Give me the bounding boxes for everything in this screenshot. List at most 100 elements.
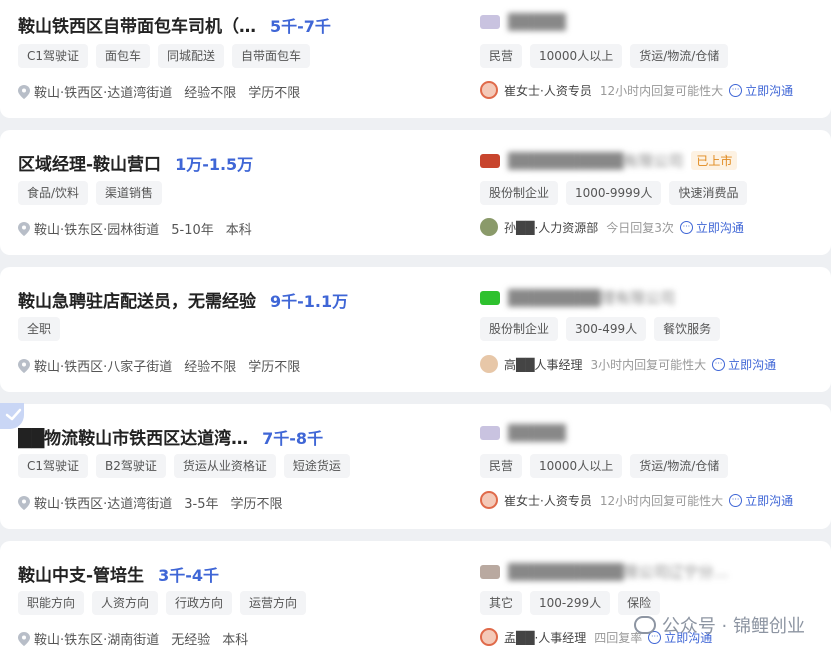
- company-logo: [480, 153, 500, 168]
- company-tag: 10000人以上: [530, 44, 623, 68]
- job-tag: 面包车: [96, 44, 151, 68]
- location-pin-icon: [18, 84, 30, 99]
- company-name[interactable]: ████████理有限公司: [508, 287, 675, 308]
- job-location: 鞍山·铁东区·园林街道: [34, 223, 160, 238]
- job-meta: 鞍山·铁东区·园林街道 5-10年 本科: [18, 219, 252, 238]
- company-tag: 股份制企业: [480, 317, 559, 341]
- chat-icon: ···: [729, 493, 743, 507]
- chat-icon: ···: [679, 220, 693, 234]
- job-education: 学历不限: [248, 86, 301, 101]
- avatar: [480, 628, 498, 646]
- job-meta: 鞍山·铁西区·达道湾街道 3-5年 学历不限: [18, 493, 283, 512]
- job-experience: 3-5年: [184, 497, 219, 512]
- location-pin-icon: [18, 358, 30, 373]
- reply-rate: 12小时内回复可能性大: [599, 83, 724, 98]
- reply-rate: 12小时内回复可能性大: [599, 493, 724, 508]
- company-tags: 股份制企业 1000-9999人 快速消费品: [480, 181, 748, 205]
- reply-rate: 3小时内回复可能性大: [590, 357, 707, 372]
- job-tags: C1驾驶证 B2驾驶证 货运从业资格证 短途货运: [18, 454, 350, 478]
- chat-label: 立即沟通: [695, 220, 744, 235]
- recruiter-name: 孙██·人力资源部: [504, 220, 599, 235]
- company-tag: 股份制企业: [480, 181, 559, 205]
- company-name[interactable]: ██████████限公司辽宁分…: [508, 561, 728, 582]
- location-pin-icon: [18, 495, 30, 510]
- job-title[interactable]: ██物流鞍山市铁西区达道湾…: [18, 424, 248, 449]
- chat-icon: ···: [712, 357, 726, 371]
- recruiter-row: 崔女士·人资专员 12小时内回复可能性大 ··· 立即沟通: [480, 81, 793, 99]
- job-tag: 自带面包车: [232, 44, 311, 68]
- job-tag: C1驾驶证: [18, 454, 89, 478]
- job-education: 学历不限: [248, 360, 301, 375]
- job-tags: 食品/饮料 渠道销售: [18, 181, 163, 205]
- wechat-icon: [633, 616, 656, 634]
- salary: 5千-7千: [270, 17, 331, 36]
- chat-button[interactable]: ··· 立即沟通: [679, 219, 744, 236]
- company-tag: 1000-9999人: [566, 181, 662, 205]
- company-tag: 100-299人: [530, 591, 611, 615]
- job-experience: 经验不限: [184, 86, 237, 101]
- company-tag: 民营: [480, 44, 523, 68]
- salary: 1万-1.5万: [175, 155, 254, 174]
- company-tag: 快速消费品: [669, 181, 748, 205]
- job-card[interactable]: ██物流鞍山市铁西区达道湾… 7千-8千 C1驾驶证 B2驾驶证 货运从业资格证…: [0, 404, 831, 529]
- company-logo: [480, 290, 500, 305]
- company-name[interactable]: ██████████有限公司: [508, 150, 683, 171]
- job-location: 鞍山·铁西区·达道湾街道: [34, 86, 173, 101]
- job-tag: 全职: [18, 317, 61, 341]
- job-tag: 职能方向: [18, 591, 85, 615]
- job-title[interactable]: 鞍山中支-管培生: [18, 561, 144, 586]
- avatar: [480, 355, 498, 373]
- company-name[interactable]: █████: [508, 13, 566, 31]
- job-title[interactable]: 鞍山铁西区自带面包车司机（…: [18, 12, 256, 37]
- job-location: 鞍山·铁西区·达道湾街道: [34, 497, 173, 512]
- job-meta: 鞍山·铁西区·达道湾街道 经验不限 学历不限: [18, 82, 300, 101]
- job-card[interactable]: 鞍山铁西区自带面包车司机（… 5千-7千 C1驾驶证 面包车 同城配送 自带面包…: [0, 0, 831, 118]
- recruiter-name: 崔女士·人资专员: [504, 493, 592, 508]
- job-tags: 全职: [18, 317, 61, 341]
- job-tag: C1驾驶证: [18, 44, 89, 68]
- recruiter-name: 高██人事经理: [504, 357, 583, 372]
- company-tag: 货运/物流/仓储: [630, 44, 729, 68]
- salary: 7千-8千: [262, 429, 324, 448]
- job-meta: 鞍山·铁东区·湖南街道 无经验 本科: [18, 629, 248, 648]
- avatar: [480, 81, 498, 99]
- job-title[interactable]: 区域经理-鞍山营口: [18, 150, 161, 175]
- job-tags: 职能方向 人资方向 行政方向 运营方向: [18, 591, 307, 615]
- job-card[interactable]: 鞍山急聘驻店配送员，无需经验 9千-1.1万 全职 鞍山·铁西区·八家子街道 经…: [0, 267, 831, 392]
- chat-button[interactable]: ··· 立即沟通: [729, 82, 793, 99]
- recruiter-name: 孟██·人事经理: [504, 630, 587, 645]
- job-experience: 5-10年: [171, 223, 214, 238]
- job-card[interactable]: 区域经理-鞍山营口 1万-1.5万 食品/饮料 渠道销售 鞍山·铁东区·园林街道…: [0, 130, 831, 255]
- job-education: 本科: [225, 223, 252, 238]
- company-logo: [480, 15, 500, 29]
- company-tag: 民营: [480, 454, 523, 478]
- watermark-text: 公众号 · 锦鲤创业: [661, 616, 805, 637]
- job-tag: 运营方向: [240, 591, 307, 615]
- job-card[interactable]: 鞍山中支-管培生 3千-4千 职能方向 人资方向 行政方向 运营方向 鞍山·铁东…: [0, 541, 831, 658]
- job-tag: 货运从业资格证: [173, 454, 276, 478]
- recruiter-row: 孙██·人力资源部 今日回复3次 ··· 立即沟通: [480, 218, 744, 236]
- recruiter-name: 崔女士·人资专员: [504, 83, 592, 98]
- job-education: 学历不限: [230, 497, 283, 512]
- watermark: 公众号 · 锦鲤创业: [633, 612, 805, 638]
- chat-button[interactable]: ··· 立即沟通: [712, 356, 776, 373]
- job-tag: 同城配送: [158, 44, 225, 68]
- chat-button[interactable]: ··· 立即沟通: [729, 492, 793, 509]
- location-pin-icon: [18, 221, 30, 236]
- job-tag: 短途货运: [283, 454, 350, 478]
- company-logo: [480, 564, 500, 579]
- company-tag: 货运/物流/仓储: [630, 454, 729, 478]
- job-experience: 无经验: [171, 633, 211, 648]
- chat-label: 立即沟通: [745, 83, 794, 98]
- job-education: 本科: [222, 633, 249, 648]
- company-tag: 300-499人: [566, 317, 647, 341]
- reply-rate: 今日回复3次: [606, 220, 674, 235]
- job-tag: 渠道销售: [96, 181, 163, 205]
- job-tag: 行政方向: [166, 591, 233, 615]
- job-meta: 鞍山·铁西区·八家子街道 经验不限 学历不限: [18, 356, 300, 375]
- job-tags: C1驾驶证 面包车 同城配送 自带面包车: [18, 44, 311, 68]
- company-tag: 其它: [480, 591, 523, 615]
- job-title[interactable]: 鞍山急聘驻店配送员，无需经验: [18, 287, 256, 312]
- job-tag: 食品/饮料: [18, 181, 89, 205]
- company-name[interactable]: █████: [508, 424, 566, 442]
